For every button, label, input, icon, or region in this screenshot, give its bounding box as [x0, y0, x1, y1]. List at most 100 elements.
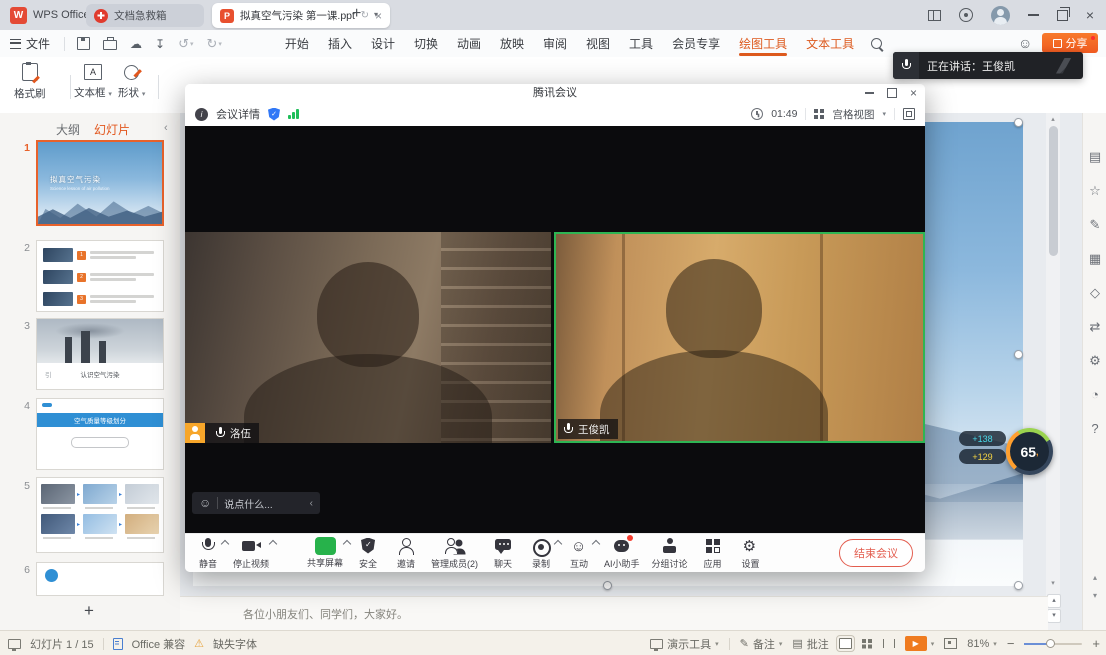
selection-handle-right[interactable] — [1014, 350, 1023, 359]
emoji-icon[interactable]: ☺ — [199, 497, 211, 509]
slide-thumbnail-3[interactable]: 引 认识空气污染 — [36, 318, 164, 390]
rail-collapse-up-icon[interactable]: ▴ — [1083, 573, 1106, 582]
new-tab-button[interactable]: + — [352, 5, 361, 23]
history-icon[interactable]: ◔ — [1083, 387, 1106, 402]
share-button[interactable]: 分享 — [1042, 33, 1098, 53]
meeting-security-shield-icon[interactable]: ✓ — [268, 108, 280, 121]
selection-handle-bottom-center[interactable] — [603, 581, 612, 590]
help-icon[interactable]: ? — [1083, 421, 1106, 436]
menu-tab[interactable]: 放映 — [491, 31, 533, 57]
slide-sorter-view-button[interactable] — [862, 639, 873, 648]
meeting-toolbar-item[interactable]: 应用 — [700, 537, 726, 570]
notes-area[interactable]: 各位小朋友们、同学们，大家好。 — [180, 596, 1048, 631]
menu-tab[interactable]: 文本工具 — [797, 31, 863, 57]
scroll-up-icon[interactable]: ▴ — [1046, 115, 1060, 123]
wps-logo-tab[interactable]: W WPS Office — [10, 4, 90, 26]
layout-icon[interactable]: ▦ — [1083, 251, 1106, 267]
scroll-down-icon[interactable]: ▾ — [1046, 579, 1060, 587]
tab-slides[interactable]: 幻灯片 — [94, 121, 130, 138]
export-icon[interactable]: ↧ — [155, 38, 165, 50]
feedback-smiley-icon[interactable]: ☺ — [1018, 35, 1032, 51]
video-tile-right-active-speaker[interactable]: 王俊凯 — [554, 232, 925, 443]
compat-label[interactable]: Office 兼容 — [132, 636, 186, 652]
zoom-level[interactable]: 81%▾ — [967, 638, 997, 650]
end-meeting-button[interactable]: 结束会议 — [839, 539, 913, 567]
meeting-toolbar-item[interactable]: 聊天 — [490, 537, 516, 570]
video-tile-left[interactable]: 洛伍 — [185, 232, 551, 443]
missing-fonts-label[interactable]: 缺失字体 — [213, 636, 257, 652]
menu-tab[interactable]: 设计 — [362, 31, 404, 57]
meeting-minimize-button[interactable] — [865, 92, 874, 93]
meeting-toolbar-item[interactable]: 录制 — [528, 537, 554, 570]
chevron-up-icon[interactable] — [592, 539, 600, 547]
menu-tab[interactable]: 动画 — [448, 31, 490, 57]
selection-handle-top-right[interactable] — [1014, 118, 1023, 127]
meeting-toolbar-item[interactable]: 静音 — [195, 537, 221, 570]
meeting-toolbar-item[interactable]: 分组讨论 — [652, 537, 688, 570]
shape-panel-icon[interactable]: ◇ — [1083, 285, 1106, 301]
meeting-close-button[interactable]: × — [910, 87, 917, 99]
presentation-tools-button[interactable]: 演示工具▾ — [650, 636, 719, 652]
meeting-toolbar-item[interactable]: 互动 — [566, 537, 592, 570]
search-icon[interactable] — [871, 38, 882, 49]
window-split-icon[interactable] — [928, 10, 941, 21]
slide-thumbnail-1[interactable]: 拟真空气污染 Science lesson of air pollution — [36, 140, 164, 226]
notes-button[interactable]: ✎ 备注▾ — [740, 636, 783, 652]
tab-doc-rescue[interactable]: 文档急救箱 — [86, 4, 204, 27]
user-avatar[interactable] — [991, 6, 1010, 25]
meeting-info-label[interactable]: 会议详情 — [216, 106, 260, 122]
meeting-restore-button[interactable] — [887, 88, 897, 98]
undo-button[interactable]: ↺▾ — [178, 36, 193, 52]
redo-button[interactable]: ↻▾ — [207, 36, 222, 52]
zoom-slider[interactable] — [1024, 643, 1082, 645]
meeting-toolbar-item[interactable]: 停止视频 — [233, 537, 269, 570]
slide-thumbnail-2[interactable]: 1 2 3 — [36, 240, 164, 312]
cloud-sync-icon[interactable]: ☁ — [130, 38, 142, 50]
menu-tab[interactable]: 审阅 — [534, 31, 576, 57]
format-painter-button[interactable]: 格式刷 — [14, 59, 46, 101]
shape-button[interactable]: 形状 ▾ — [118, 59, 145, 100]
add-slide-button[interactable]: + — [84, 601, 94, 621]
zoom-slider-knob[interactable] — [1046, 639, 1055, 648]
minimize-button[interactable] — [1028, 14, 1039, 16]
close-button[interactable]: × — [1086, 8, 1094, 22]
tab-presentation-file[interactable]: P 拟真空气污染 第一课.pptx ↻ × — [212, 3, 390, 28]
smart-beautify-icon[interactable]: ☆ — [1083, 183, 1106, 199]
quick-chat-bar[interactable]: ☺ 说点什么... ‹ — [192, 492, 320, 514]
tab-outline[interactable]: 大纲 — [56, 121, 80, 138]
next-slide-button[interactable]: ▾ — [1047, 609, 1061, 623]
fit-window-button[interactable] — [944, 638, 957, 649]
zoom-out-button[interactable]: − — [1007, 637, 1015, 650]
meeting-toolbar-item[interactable]: 设置 — [738, 537, 764, 570]
menu-tab[interactable]: 工具 — [620, 31, 662, 57]
slide-thumbnail-4[interactable]: 空气质量等级划分 — [36, 398, 164, 470]
menu-tab[interactable]: 切换 — [405, 31, 447, 57]
normal-view-button[interactable] — [839, 638, 852, 649]
scrollbar-thumb[interactable] — [1049, 126, 1058, 256]
booster-ball[interactable]: 65, — [1006, 428, 1053, 475]
slide-thumbnail-5[interactable]: ▸ ▸ ▸ ▸ — [36, 477, 164, 553]
meeting-toolbar-item[interactable]: 安全 — [355, 537, 381, 570]
slide-thumbnail-6[interactable] — [36, 562, 164, 596]
vertical-scrollbar[interactable]: ▴ ▾ ▴ ▾ — [1046, 113, 1060, 630]
meeting-toolbar-item[interactable]: 邀请 — [393, 537, 419, 570]
speaking-indicator[interactable]: 正在讲话：王俊凯 — [893, 52, 1083, 79]
chat-collapse-icon[interactable]: ‹ — [310, 498, 313, 509]
chevron-up-icon[interactable] — [554, 539, 562, 547]
layout-switch-label[interactable]: 宫格视图 — [832, 107, 874, 122]
chevron-up-icon[interactable] — [343, 540, 351, 548]
fullscreen-icon[interactable] — [903, 108, 915, 120]
chevron-up-icon[interactable] — [269, 539, 277, 547]
panel-collapse-icon[interactable]: ‹ — [164, 122, 168, 134]
theme-wheel-icon[interactable] — [959, 8, 973, 22]
menu-tab[interactable]: 会员专享 — [663, 31, 729, 57]
rail-collapse-down-icon[interactable]: ▾ — [1083, 591, 1106, 600]
file-menu-button[interactable]: 文件 — [0, 30, 60, 57]
play-slideshow-button[interactable]: ▶▾ — [905, 636, 935, 651]
menu-tab[interactable]: 开始 — [276, 31, 318, 57]
menu-tab[interactable]: 视图 — [577, 31, 619, 57]
menu-tab[interactable]: 绘图工具 — [730, 31, 796, 57]
tab-list-caret-icon[interactable]: ▾ — [374, 10, 378, 19]
zoom-in-button[interactable]: + — [1092, 637, 1100, 650]
selection-handle-bottom-right[interactable] — [1014, 581, 1023, 590]
